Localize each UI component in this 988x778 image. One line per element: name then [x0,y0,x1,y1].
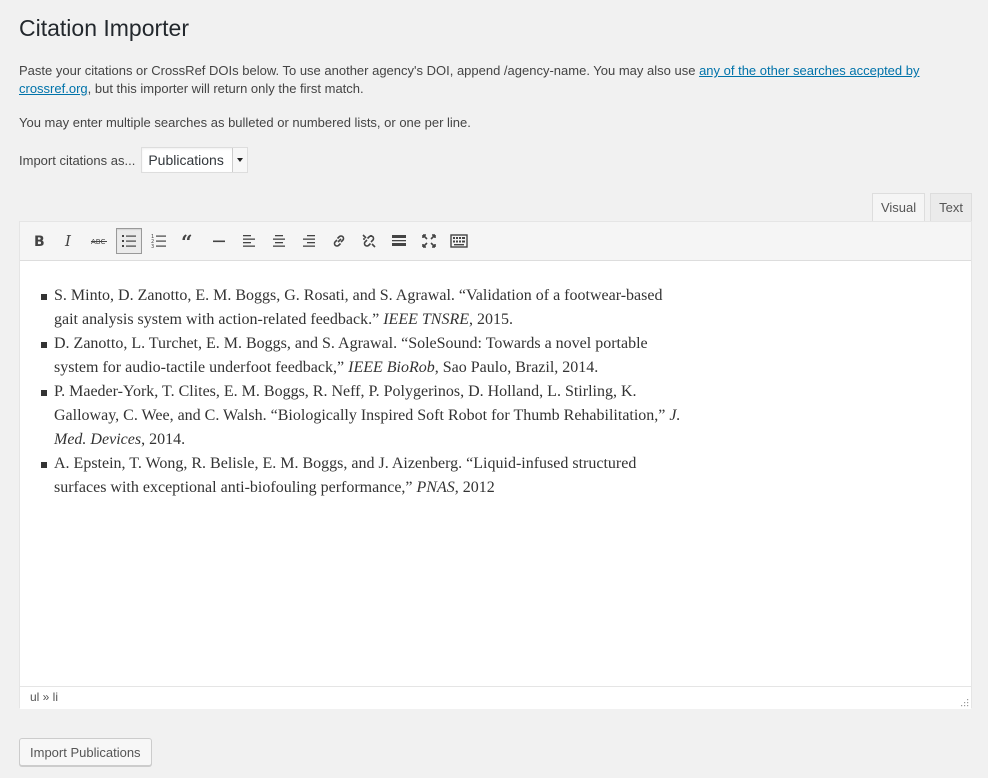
blockquote-button[interactable]: “ [176,228,202,254]
horizontal-line-button[interactable] [206,228,232,254]
import-publications-button[interactable]: Import Publications [19,738,152,766]
citation-text: P. Maeder-York, T. Clites, E. M. Boggs, … [54,383,670,424]
list-item: P. Maeder-York, T. Clites, E. M. Boggs, … [41,380,684,452]
list-item: D. Zanotto, L. Turchet, E. M. Boggs, and… [41,332,684,380]
import-type-select[interactable]: Publications [141,147,248,173]
italic-button[interactable]: I [56,228,82,254]
bulleted-list-button[interactable] [116,228,142,254]
horizontal-line-icon [213,240,225,243]
svg-text:B: B [34,234,45,250]
editor-statusbar: ul » li [20,686,971,709]
align-right-icon [303,235,315,247]
citation-tail: , 2012 [454,479,495,496]
intro-text: Paste your citations or CrossRef DOIs be… [19,63,700,78]
read-more-icon [392,235,406,246]
citation-text: A. Epstein, T. Wong, R. Belisle, E. M. B… [54,455,637,496]
element-path: ul » li [30,690,59,704]
intro-tail: , but this importer will return only the… [87,81,364,96]
editor-toolbar: B I ABC 1 2 3 [20,222,971,261]
bullet [41,390,47,396]
list-item: A. Epstein, T. Wong, R. Belisle, E. M. B… [41,452,684,500]
toolbar-toggle-icon [450,234,468,248]
remove-link-icon [362,234,376,248]
import-type-label: Import citations as... [19,152,136,168]
bullet [41,342,47,348]
citation-tail: , Sao Paulo, Brazil, 2014. [434,359,599,376]
tab-visual[interactable]: Visual [871,193,926,222]
citation-text: S. Minto, D. Zanotto, E. M. Boggs, G. Ro… [54,287,663,328]
import-type-row: Import citations as... Publications [19,147,248,173]
resize-grip-icon[interactable] [959,697,969,707]
page-title: Citation Importer [19,15,190,41]
citation-tail: , 2014. [141,431,186,448]
numbered-list-icon: 1 2 3 [151,234,166,250]
bold-button[interactable]: B [26,228,52,254]
read-more-button[interactable] [386,228,412,254]
svg-text:“: “ [181,232,193,250]
insert-link-icon [333,235,345,247]
intro-paragraph: Paste your citations or CrossRef DOIs be… [19,62,964,98]
insert-link-button[interactable] [326,228,352,254]
citation-tail: , 2015. [468,311,513,328]
fullscreen-button[interactable] [416,228,442,254]
rich-text-editor: B I ABC 1 2 3 [19,221,972,709]
bold-icon: B [34,234,45,250]
align-center-button[interactable] [266,228,292,254]
toolbar-toggle-button[interactable] [446,228,472,254]
strikethrough-icon: ABC [91,238,107,246]
chevron-down-icon [231,148,247,172]
align-left-button[interactable] [236,228,262,254]
citation-journal: IEEE TNSRE [383,311,469,328]
svg-text:I: I [64,232,72,250]
bullet [41,462,47,468]
import-type-value: Publications [148,152,224,168]
tab-text[interactable]: Text [930,193,972,221]
multi-search-hint: You may enter multiple searches as bulle… [19,115,471,130]
fullscreen-icon [422,234,436,248]
remove-link-button[interactable] [356,228,382,254]
align-left-icon [243,235,255,247]
citation-list: S. Minto, D. Zanotto, E. M. Boggs, G. Ro… [41,284,684,500]
list-item: S. Minto, D. Zanotto, E. M. Boggs, G. Ro… [41,284,684,332]
italic-icon: I [64,232,72,250]
svg-text:3: 3 [151,244,154,250]
editor-content[interactable]: S. Minto, D. Zanotto, E. M. Boggs, G. Ro… [20,261,971,686]
bulleted-list-icon [122,235,136,247]
align-center-icon [273,235,285,247]
bullet [41,294,47,300]
blockquote-icon: “ [181,232,193,250]
citation-journal: PNAS [416,479,455,496]
numbered-list-button[interactable]: 1 2 3 [146,228,172,254]
align-right-button[interactable] [296,228,322,254]
editor-tabs: Visual Text [871,193,972,222]
strikethrough-button[interactable]: ABC [86,228,112,254]
citation-journal: IEEE BioRob [348,359,435,376]
